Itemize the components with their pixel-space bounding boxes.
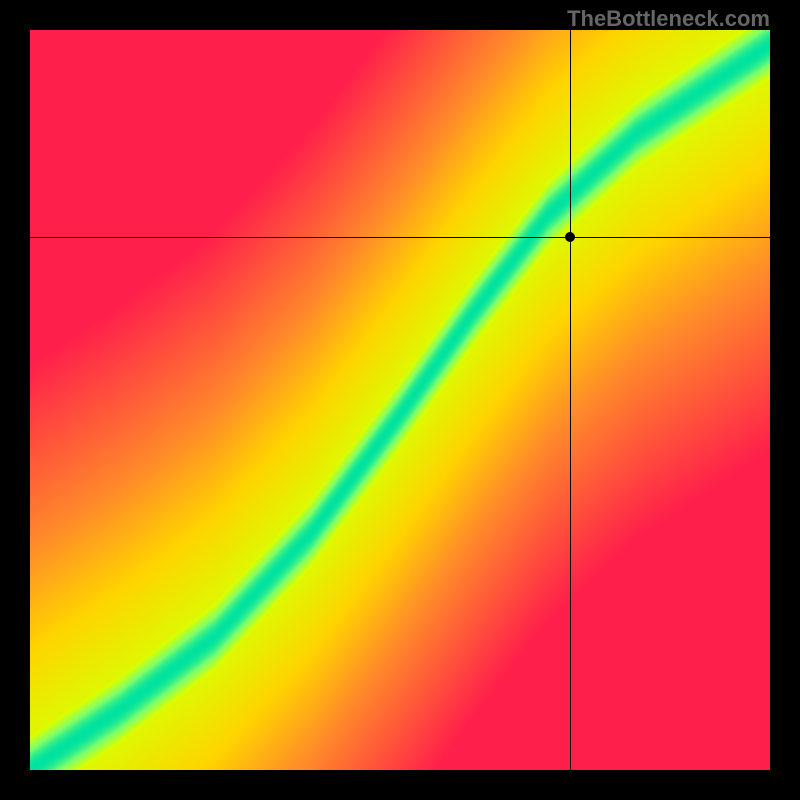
heatmap-canvas [30,30,770,770]
crosshair-vertical [570,30,571,770]
crosshair-dot [565,232,575,242]
crosshair-horizontal [30,237,770,238]
watermark-text: TheBottleneck.com [567,6,770,32]
